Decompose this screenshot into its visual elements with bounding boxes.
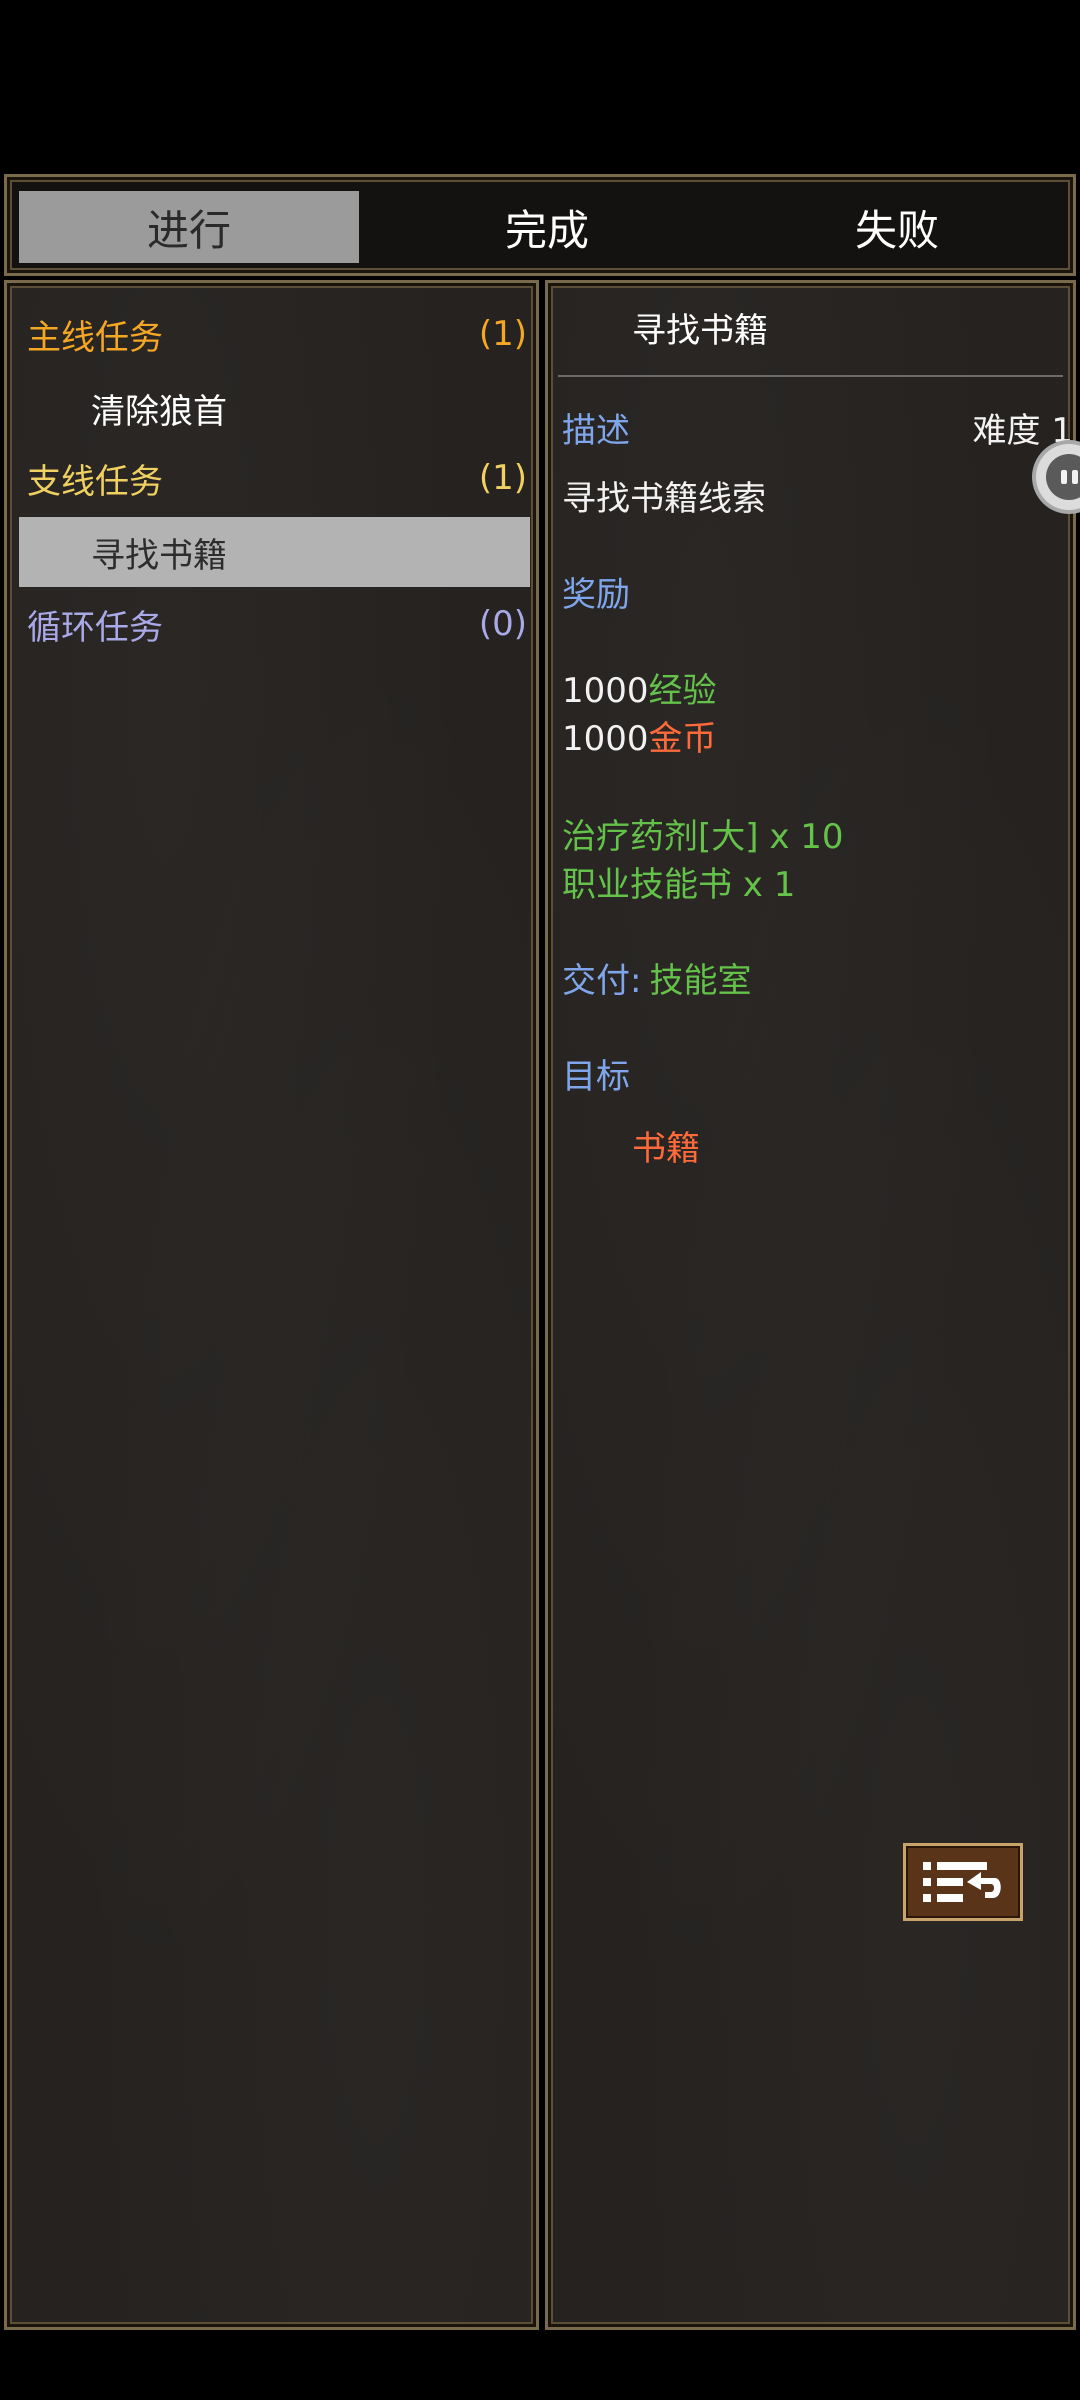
quest-item-label: 寻找书籍 xyxy=(91,535,227,576)
category-label: 循环任务 xyxy=(27,607,163,648)
tab-completed[interactable]: 完成 xyxy=(377,191,717,263)
deliver-info: 交付: 技能室 xyxy=(562,953,751,1002)
tab-in-progress[interactable]: 进行 xyxy=(19,191,359,263)
reward-exp-label: 经验 xyxy=(648,671,717,711)
category-side-quests[interactable]: 支线任务 (1) xyxy=(27,447,527,509)
detail-divider xyxy=(558,375,1063,377)
quest-item-find-books[interactable]: 寻找书籍 xyxy=(19,517,530,587)
quest-list-panel: 主线任务 (1) 清除狼首 支线任务 (1) 寻找书籍 循环任务 (0) xyxy=(4,280,539,2330)
category-count: (1) xyxy=(478,314,527,354)
deliver-label: 交付: xyxy=(562,961,642,1001)
quest-description: 寻找书籍线索 xyxy=(562,479,766,519)
reward-item-potion: 治疗药剂[大] x 10 xyxy=(562,817,844,857)
quest-track-button[interactable] xyxy=(903,1843,1023,1921)
reward-gold-label: 金币 xyxy=(648,719,717,759)
reward-item-skill-book: 职业技能书 x 1 xyxy=(562,865,796,905)
assistive-menu-inner xyxy=(1046,454,1080,500)
category-repeat-quests[interactable]: 循环任务 (0) xyxy=(27,593,527,655)
category-label: 主线任务 xyxy=(27,317,163,358)
category-count: (0) xyxy=(478,604,527,644)
goal-item: 书籍 xyxy=(632,1129,700,1169)
category-label: 支线任务 xyxy=(27,461,163,502)
quest-track-icon xyxy=(923,1862,1001,1902)
reward-exp-amount: 1000 xyxy=(562,671,649,711)
reward-gold-amount: 1000 xyxy=(562,719,649,759)
quest-status-tabbar: 进行 完成 失败 xyxy=(4,174,1076,276)
quest-detail-panel: 寻找书籍 描述 难度 1 寻找书籍线索 奖励 1000经验 1000金币 治疗药… xyxy=(545,280,1076,2330)
quest-item-label: 清除狼首 xyxy=(91,391,227,432)
tab-failed[interactable]: 失败 xyxy=(727,191,1067,263)
quest-detail-title: 寻找书籍 xyxy=(632,311,768,351)
deliver-target: 技能室 xyxy=(649,961,752,1001)
reward-gold: 1000金币 xyxy=(562,711,717,760)
reward-exp: 1000经验 xyxy=(562,663,717,712)
quest-item-clear-wolf-head[interactable]: 清除狼首 xyxy=(19,373,530,443)
description-heading: 描述 xyxy=(562,411,630,451)
category-main-quests[interactable]: 主线任务 (1) xyxy=(27,303,527,365)
goal-heading: 目标 xyxy=(562,1057,630,1097)
category-count: (1) xyxy=(478,458,527,498)
reward-heading: 奖励 xyxy=(562,575,630,615)
